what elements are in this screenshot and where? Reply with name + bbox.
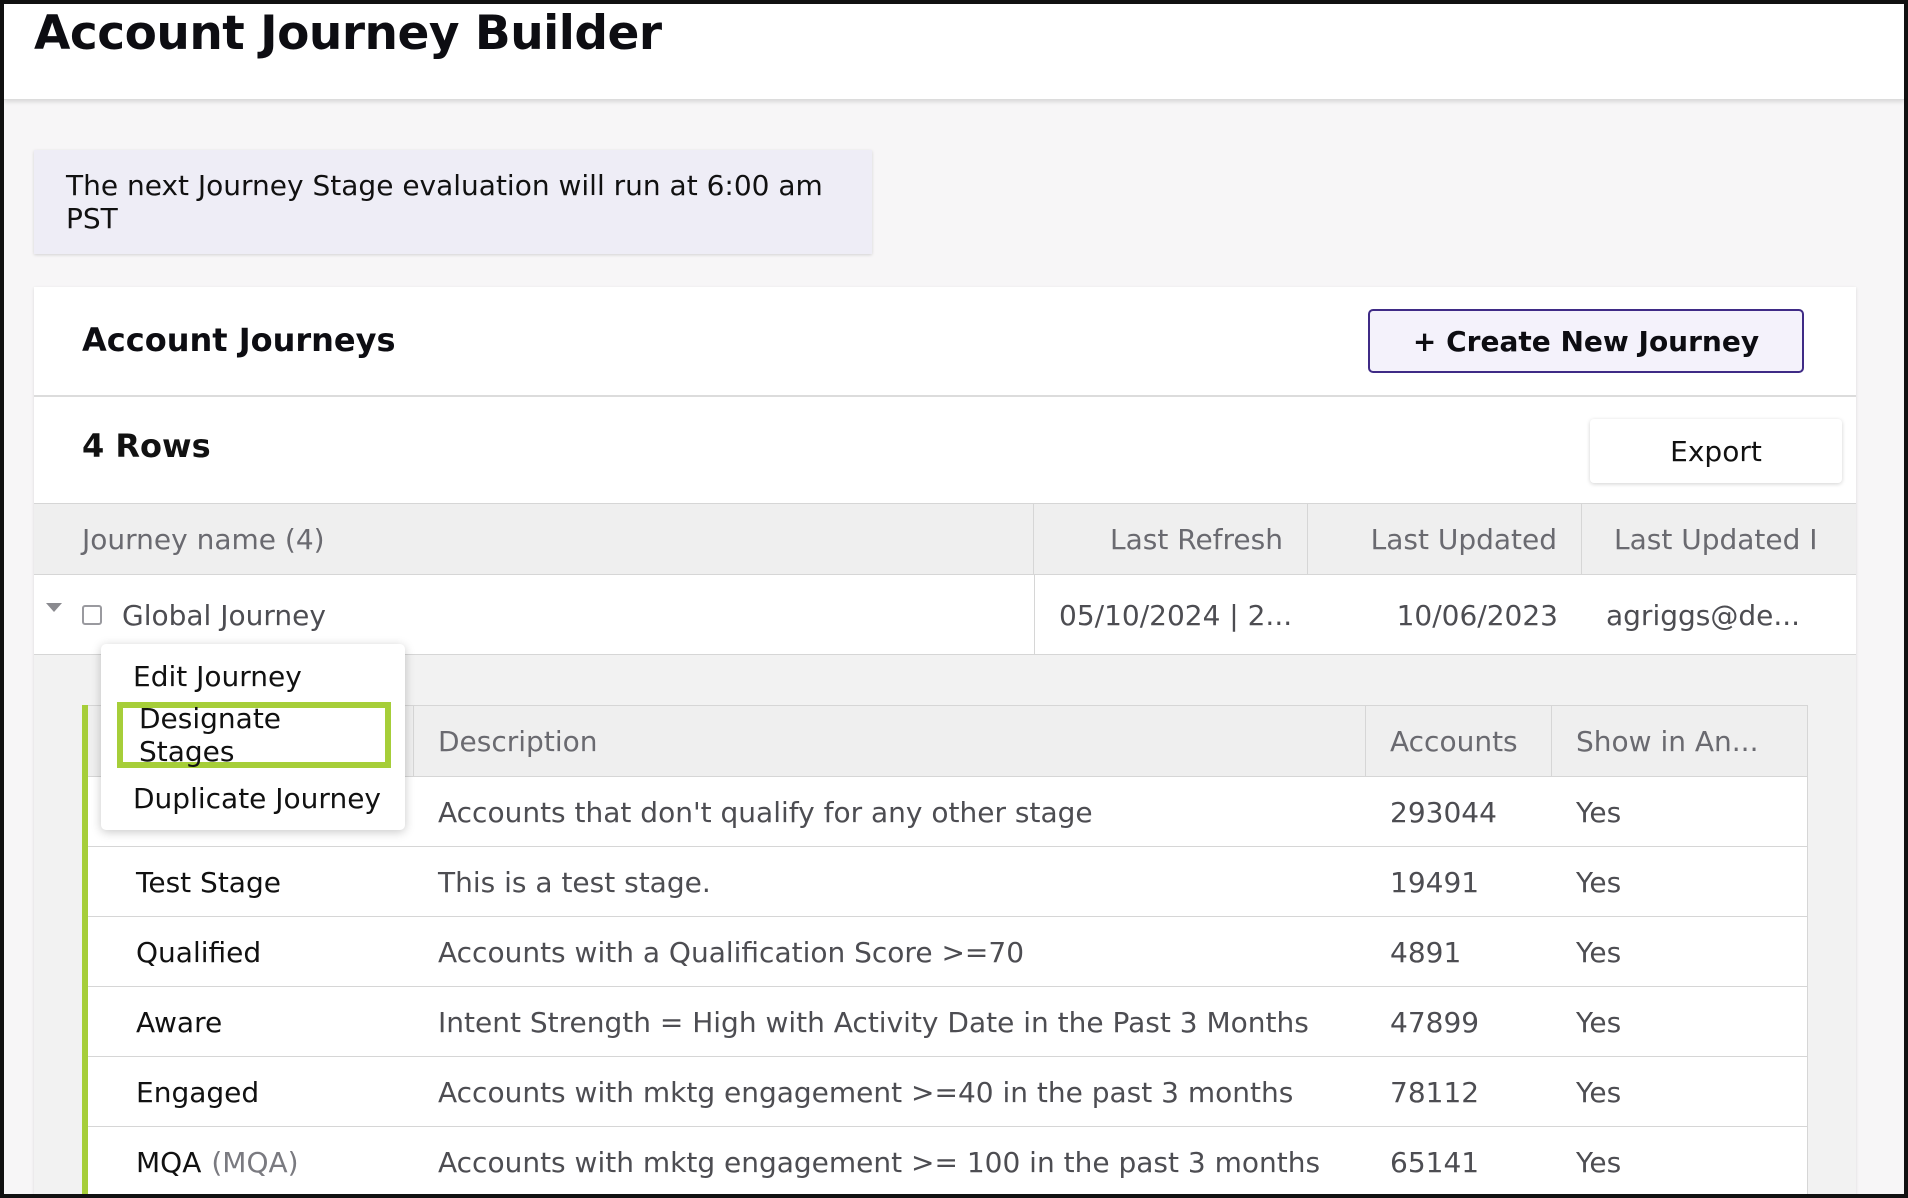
page-title: Account Journey Builder — [34, 6, 662, 61]
stage-show: Yes — [1576, 865, 1622, 899]
journey-name[interactable]: Global Journey — [122, 575, 1022, 655]
export-button[interactable]: Export — [1590, 419, 1842, 483]
last-updated-by-value: agriggs@de... — [1606, 598, 1801, 632]
menu-item-duplicate-journey[interactable]: Duplicate Journey — [101, 770, 405, 826]
row-count: 4 Rows — [82, 427, 211, 465]
stage-name: Aware — [136, 1005, 223, 1039]
stage-show: Yes — [1576, 935, 1622, 969]
stage-show: Yes — [1576, 795, 1622, 829]
stage-name: Qualified — [136, 935, 262, 969]
stage-description: This is a test stage. — [438, 865, 711, 899]
create-new-journey-button[interactable]: + Create New Journey — [1368, 309, 1804, 373]
stage-accounts: 293044 — [1390, 795, 1497, 829]
journey-context-menu: Edit Journey Designate Stages Duplicate … — [101, 644, 405, 830]
stage-show: Yes — [1576, 1075, 1622, 1109]
menu-item-designate-stages[interactable]: Designate Stages — [117, 702, 391, 768]
stage-name: Engaged — [136, 1075, 260, 1109]
stage-abbreviation: (MQA) — [211, 1145, 299, 1179]
stage-name: Test Stage — [136, 865, 281, 899]
card-title: Account Journeys — [82, 321, 396, 359]
stage-row[interactable]: Aware Intent Strength = High with Activi… — [88, 987, 1808, 1057]
column-show-in-analytics[interactable]: Show in An... — [1552, 706, 1808, 776]
page-header: Account Journey Builder — [4, 4, 1904, 100]
stage-accounts: 4891 — [1390, 935, 1462, 969]
last-updated-value: 10/06/2023 — [1396, 598, 1558, 632]
stage-description: Intent Strength = High with Activity Dat… — [438, 1005, 1309, 1039]
journeys-table-header: Journey name (4) Last Refresh Last Updat… — [34, 503, 1856, 575]
collapse-caret-icon[interactable] — [46, 603, 62, 612]
stage-row[interactable]: Engaged Accounts with mktg engagement >=… — [88, 1057, 1808, 1127]
row-checkbox[interactable] — [82, 605, 102, 625]
stage-accounts: 47899 — [1390, 1005, 1480, 1039]
card-header: Account Journeys + Create New Journey — [34, 287, 1856, 397]
last-refresh-value: 05/10/2024 | 2... — [1034, 575, 1308, 655]
stage-accounts: 19491 — [1390, 865, 1480, 899]
table-row[interactable]: Global Journey 05/10/2024 | 2... 10/06/2… — [34, 575, 1856, 655]
column-journey-name[interactable]: Journey name (4) — [34, 504, 1034, 574]
stage-row[interactable]: Test Stage This is a test stage. 19491 Y… — [88, 847, 1808, 917]
stage-description: Accounts with mktg engagement >= 100 in … — [438, 1145, 1321, 1179]
stage-description: Accounts that don't qualify for any othe… — [438, 795, 1093, 829]
stage-row[interactable]: Qualified Accounts with a Qualification … — [88, 917, 1808, 987]
stage-show: Yes — [1576, 1005, 1622, 1039]
stage-row[interactable]: MQA (MQA) Accounts with mktg engagement … — [88, 1127, 1808, 1197]
column-last-refresh[interactable]: Last Refresh — [1034, 504, 1308, 574]
stage-name: MQA (MQA) — [136, 1127, 299, 1197]
stage-description: Accounts with mktg engagement >=40 in th… — [438, 1075, 1294, 1109]
stage-description: Accounts with a Qualification Score >=70 — [438, 935, 1025, 969]
stage-show: Yes — [1576, 1145, 1622, 1179]
stage-accounts: 78112 — [1390, 1075, 1480, 1109]
menu-item-edit-journey[interactable]: Edit Journey — [101, 648, 405, 704]
column-description[interactable]: Description — [414, 706, 1366, 776]
column-last-updated-by[interactable]: Last Updated I — [1582, 504, 1856, 574]
stage-name-text: MQA — [136, 1145, 202, 1179]
column-accounts[interactable]: Accounts — [1366, 706, 1552, 776]
evaluation-notice: The next Journey Stage evaluation will r… — [34, 150, 872, 254]
stage-accounts: 65141 — [1390, 1145, 1480, 1179]
column-last-updated[interactable]: Last Updated — [1308, 504, 1582, 574]
rows-toolbar: 4 Rows — [34, 397, 1856, 503]
